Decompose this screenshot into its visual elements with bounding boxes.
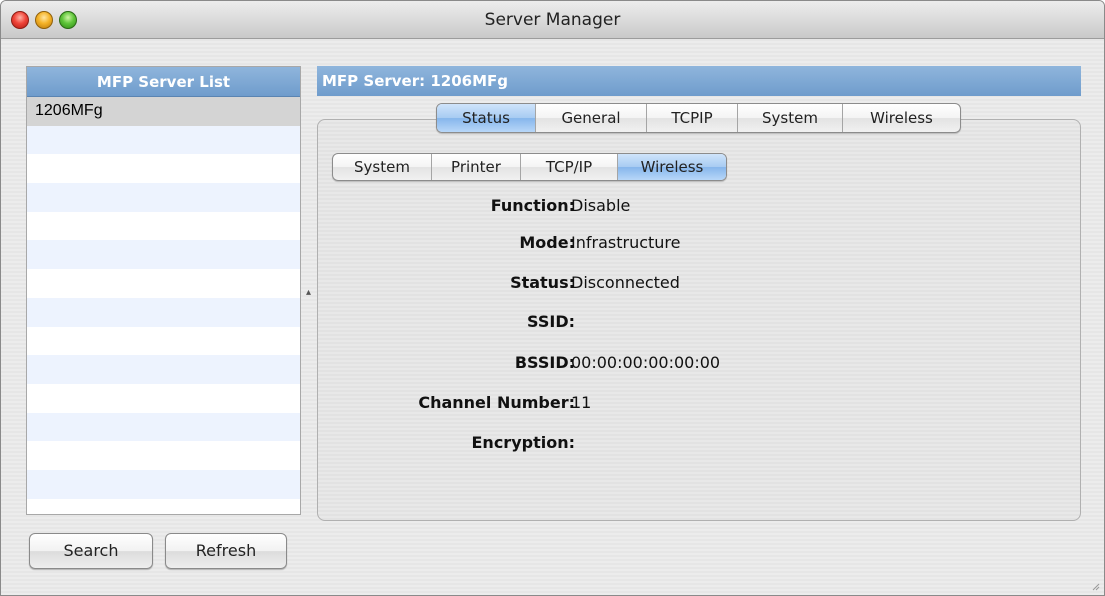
- refresh-button[interactable]: Refresh: [165, 533, 287, 569]
- splitter-handle-icon[interactable]: ▴: [306, 287, 311, 298]
- empty-list-row: [27, 125, 300, 155]
- empty-list-row: [27, 383, 300, 413]
- empty-list-row: [27, 154, 300, 184]
- title-bar[interactable]: Server Manager: [1, 1, 1104, 39]
- empty-list-row: [27, 412, 300, 442]
- channel-number-label: Channel Number:: [418, 393, 575, 412]
- status-label: Status:: [510, 273, 575, 292]
- empty-list-row: [27, 183, 300, 212]
- subtab-wireless[interactable]: Wireless: [618, 154, 726, 180]
- status-value: Disconnected: [571, 273, 680, 292]
- search-button[interactable]: Search: [29, 533, 153, 569]
- main-tab-bar: Status General TCPIP System Wireless: [436, 103, 961, 133]
- empty-list-row: [27, 355, 300, 384]
- status-row: Status: Disconnected: [317, 273, 1081, 303]
- ssid-label: SSID:: [527, 312, 575, 331]
- empty-list-row: [27, 441, 300, 470]
- status-subtab-bar: System Printer TCP/IP Wireless: [332, 153, 727, 181]
- tab-system[interactable]: System: [738, 104, 843, 132]
- bssid-value: 00:00:00:00:00:00: [571, 353, 721, 372]
- tab-status[interactable]: Status: [437, 104, 536, 132]
- empty-list-row: [27, 211, 300, 241]
- function-row: Function: Disable: [317, 196, 1081, 226]
- mode-value: Infrastructure: [571, 233, 681, 252]
- resize-grip-icon[interactable]: [1090, 581, 1100, 591]
- mode-label: Mode:: [519, 233, 575, 252]
- server-manager-window: Server Manager MFP Server List 1206MFg S…: [0, 0, 1105, 596]
- empty-list-row: [27, 326, 300, 356]
- ssid-row: SSID:: [317, 312, 1081, 342]
- function-label: Function:: [490, 196, 575, 215]
- window-title: Server Manager: [484, 10, 621, 30]
- bssid-label: BSSID:: [514, 353, 575, 372]
- empty-list-row: [27, 297, 300, 327]
- tab-tcpip[interactable]: TCPIP: [647, 104, 738, 132]
- server-list: MFP Server List 1206MFg: [26, 66, 301, 515]
- encryption-row: Encryption:: [317, 433, 1081, 463]
- empty-list-row: [27, 269, 300, 298]
- encryption-label: Encryption:: [471, 433, 576, 452]
- channel-number-value: 11: [571, 393, 592, 412]
- bssid-row: BSSID: 00:00:00:00:00:00: [317, 353, 1081, 383]
- subtab-tcpip[interactable]: TCP/IP: [521, 154, 618, 180]
- empty-list-row: [27, 240, 300, 270]
- subtab-printer[interactable]: Printer: [432, 154, 521, 180]
- server-list-item[interactable]: 1206MFg: [27, 97, 300, 126]
- mode-row: Mode: Infrastructure: [317, 233, 1081, 263]
- subtab-system[interactable]: System: [333, 154, 432, 180]
- function-value: Disable: [571, 196, 631, 215]
- server-panel-header: MFP Server: 1206MFg: [317, 66, 1081, 96]
- tab-general[interactable]: General: [536, 104, 647, 132]
- server-list-header: MFP Server List: [27, 67, 300, 97]
- channel-number-row: Channel Number: 11: [317, 393, 1081, 423]
- tab-wireless[interactable]: Wireless: [843, 104, 960, 132]
- empty-list-row: [27, 469, 300, 499]
